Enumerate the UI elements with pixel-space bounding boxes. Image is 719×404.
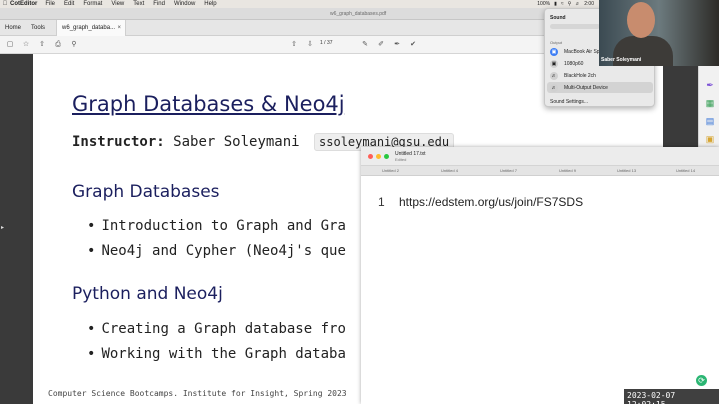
recording-icon[interactable]: ⟳ [696,375,707,386]
webcam-overlay: Saber Soleymani [599,0,719,66]
page-total: / 37 [324,40,333,46]
menubar-status-area: 100% ▮ ≈ ⚲ ♬ 2:00 [537,0,594,8]
slide-footer: Computer Science Bootcamps. Institute fo… [48,389,347,398]
menu-format[interactable]: Format [83,1,102,7]
menu-find[interactable]: Find [153,1,165,7]
editor-tab[interactable]: Untitled 7 [479,168,538,173]
minimize-window-icon[interactable] [376,154,381,159]
device-label: MacBook Air Spe [564,48,603,55]
bullet-item: Working with the Graph databa [87,346,345,362]
search-icon[interactable]: ⚲ [568,1,572,7]
window-title: w6_graph_databases.pdf [330,11,387,17]
menu-view[interactable]: View [111,1,124,7]
apple-icon[interactable]:  [0,1,10,7]
tab-document-label: w6_graph_databa... [62,24,116,31]
editor-titlebar: Untitled 17.txt Edited [361,147,719,166]
laptop-icon: ▣ [550,47,558,56]
tab-tools[interactable]: Tools [26,20,50,36]
new-doc-icon[interactable]: ▢ [5,40,15,50]
instructor-name: Saber Soleymani [173,134,300,150]
editor-tab-bar: Untitled 2 Untitled 4 Untitled 7 Untitle… [361,166,719,176]
editor-tab[interactable]: Untitled 9 [538,168,597,173]
output-device-multi-output[interactable]: ♬ Multi-Output Device [547,82,653,93]
bookmark-star-icon[interactable]: ☆ [21,40,31,50]
zoom-search-icon[interactable]: ⚲ [69,40,79,50]
page-down-icon[interactable]: ⇩ [305,40,315,50]
editor-tab[interactable]: Untitled 14 [656,168,715,173]
menu-edit[interactable]: Edit [64,1,74,7]
bullet-item: Neo4j and Cypher (Neo4j's que [87,243,345,259]
recording-timestamp: 2023-02-07 12:02:15 [624,389,719,404]
close-icon[interactable]: × [118,20,122,36]
editor-tab[interactable]: Untitled 13 [597,168,656,173]
tab-home[interactable]: Home [0,20,26,36]
editor-text-line[interactable]: https://edstem.org/us/join/FS7SDS [399,195,583,209]
device-label: BlackHole 2ch [564,72,596,79]
slide-title: Graph Databases & Neo4j [72,92,345,116]
sound-icon[interactable]: ♬ [575,1,580,7]
text-editor-window: Untitled 17.txt Edited Untitled 2 Untitl… [361,147,719,404]
highlight-icon[interactable]: ✒ [392,40,402,50]
speaker-icon: ♬ [550,71,558,80]
menu-help[interactable]: Help [204,1,216,7]
output-label: Output [550,40,563,45]
sound-settings-link[interactable]: Sound Settings... [550,99,588,105]
line-number: 1 [378,195,385,209]
menubar-clock[interactable]: 2:00 [584,1,594,7]
wifi-icon[interactable]: ≈ [561,1,564,7]
pen-icon[interactable]: ✐ [376,40,386,50]
menu-app-name[interactable]: CotEditor [10,1,37,7]
editor-tab[interactable]: Untitled 4 [420,168,479,173]
sign-icon[interactable]: ✔ [408,40,418,50]
comment-icon[interactable]: ✎ [360,40,370,50]
zoom-window-icon[interactable] [384,154,389,159]
section-heading: Python and Neo4j [72,284,223,304]
tab-document[interactable]: w6_graph_databa... × [56,19,127,36]
close-window-icon[interactable] [368,154,373,159]
organize-tool-icon[interactable]: ▤ [705,116,715,126]
battery-percent: 100% [537,1,551,7]
webcam-name-label: Saber Soleymani [601,57,642,63]
instructor-label: Instructor: [72,134,165,150]
menu-text[interactable]: Text [133,1,144,7]
editor-edited-state: Edited [395,157,407,162]
monitor-icon: ▣ [550,59,558,68]
device-label: 1080p60 [564,60,584,67]
sound-menu-heading: Sound [550,15,566,21]
chevron-right-icon[interactable]: ▸ [1,224,4,231]
upload-icon[interactable]: ⇧ [37,40,47,50]
page-up-icon[interactable]: ⇧ [289,40,299,50]
device-label: Multi-Output Device [564,84,608,91]
battery-icon[interactable]: ▮ [554,1,557,7]
menu-file[interactable]: File [45,1,55,7]
page-indicator[interactable]: 1 / 37 [320,40,333,46]
section-heading: Graph Databases [72,182,220,202]
bullet-item: Introduction to Graph and Gra [87,218,345,234]
output-device-blackhole[interactable]: ♬ BlackHole 2ch [547,70,653,81]
menu-window[interactable]: Window [174,1,195,7]
compress-tool-icon[interactable]: ▣ [705,134,715,144]
export-tool-icon[interactable]: ▦ [705,98,715,108]
speaker-icon: ♬ [550,83,558,92]
editor-tab[interactable]: Untitled 2 [361,168,420,173]
edit-tool-icon[interactable]: ✒ [705,80,715,90]
presenter-face [627,2,655,38]
print-icon[interactable]: ⎙ [53,40,63,50]
bullet-item: Creating a Graph database fro [87,321,345,337]
page-current[interactable]: 1 [320,40,323,46]
volume-slider[interactable] [550,24,600,29]
